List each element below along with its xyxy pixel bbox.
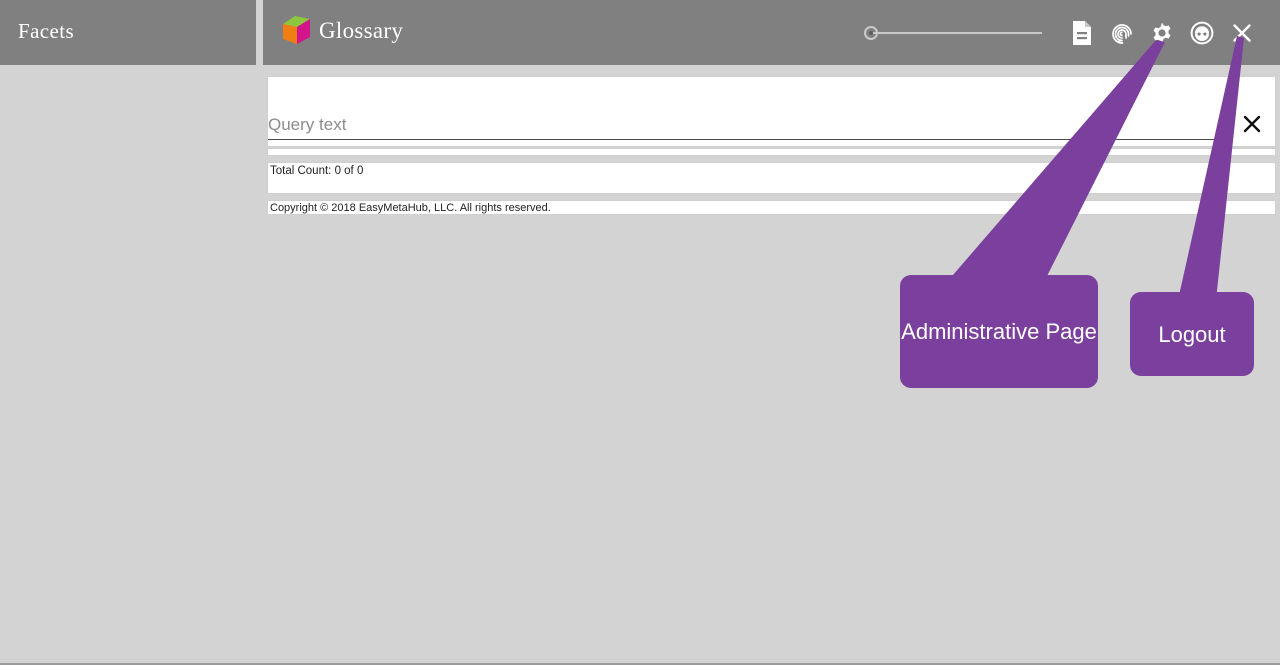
brand-title: Glossary (319, 18, 404, 43)
cube-logo-icon (279, 14, 313, 48)
results-divider-strip (267, 148, 1276, 156)
clear-search-button[interactable] (1237, 109, 1267, 139)
total-count-panel: Total Count: 0 of 0 (267, 162, 1276, 194)
annotation-logout[interactable]: Logout (1130, 292, 1254, 376)
header-toolbar (862, 0, 1262, 65)
search-panel (267, 76, 1276, 147)
copyright-label: Copyright © 2018 EasyMetaHub, LLC. All r… (270, 202, 551, 214)
gear-icon[interactable] (1142, 9, 1182, 57)
application-window: Facets Glossary Query text Total Count: … (0, 0, 1280, 665)
annotation-administrative-page-label: Administrative Page (901, 319, 1097, 344)
zoom-slider[interactable] (862, 21, 1042, 45)
zoom-slider-track (870, 31, 1042, 34)
brand: Glossary (279, 14, 403, 48)
facets-panel-header: Facets (0, 0, 256, 65)
facets-title: Facets (18, 19, 75, 43)
glossary-panel-header: Glossary (263, 0, 1280, 65)
document-icon[interactable] (1062, 9, 1102, 57)
close-icon[interactable] (1222, 9, 1262, 57)
annotation-administrative-page[interactable]: Administrative Page (900, 275, 1098, 388)
annotation-logout-label: Logout (1158, 321, 1226, 347)
search-input[interactable] (268, 115, 1233, 140)
fingerprint-icon[interactable] (1102, 9, 1142, 57)
total-count-label: Total Count: 0 of 0 (270, 165, 364, 177)
face-icon[interactable] (1182, 9, 1222, 57)
zoom-slider-knob[interactable] (864, 25, 878, 40)
copyright-panel: Copyright © 2018 EasyMetaHub, LLC. All r… (267, 200, 1276, 215)
